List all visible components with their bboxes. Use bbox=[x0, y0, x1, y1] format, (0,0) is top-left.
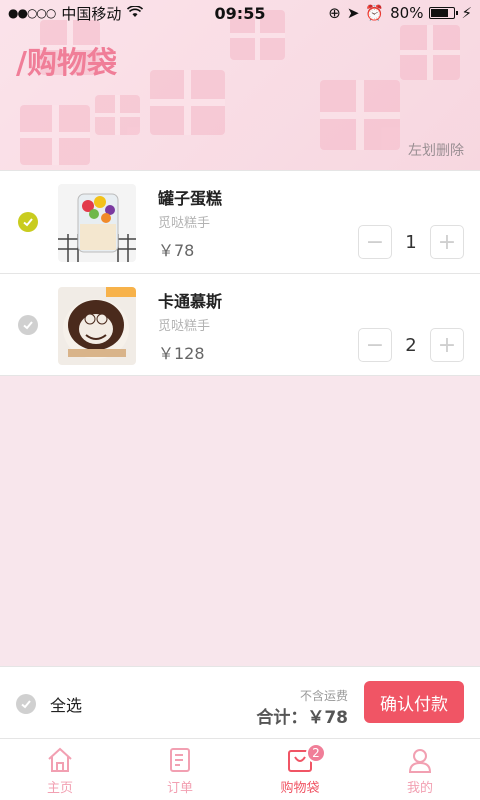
carrier-label: 中国移动 bbox=[61, 4, 122, 23]
signal-icon: ●●○○○ bbox=[8, 6, 56, 20]
quantity-value: 1 bbox=[405, 231, 417, 253]
checkmark-icon bbox=[21, 700, 31, 709]
product-price: ￥78 bbox=[158, 241, 195, 260]
product-name: 罐子蛋糕 bbox=[158, 189, 223, 208]
rotation-lock-icon: ⊕ bbox=[328, 4, 341, 22]
wifi-icon bbox=[127, 4, 144, 22]
cart-item[interactable]: 卡通慕斯 觅哒糕手 ￥128 − 2 + bbox=[0, 273, 480, 376]
decrease-button[interactable]: − bbox=[358, 225, 392, 259]
tab-bar: 主页 订单 2 购物袋 我的 bbox=[0, 738, 480, 800]
shipping-note: 不含运费 bbox=[299, 689, 348, 703]
select-all-checkbox[interactable] bbox=[16, 694, 36, 714]
tab-profile[interactable]: 我的 bbox=[360, 739, 480, 800]
tab-orders[interactable]: 订单 bbox=[120, 739, 240, 800]
cart-item[interactable]: 罐子蛋糕 觅哒糕手 ￥78 − 1 + bbox=[0, 170, 480, 273]
home-icon bbox=[48, 747, 72, 772]
checkmark-icon bbox=[23, 218, 33, 227]
select-all-toggle[interactable]: 全选 bbox=[16, 692, 82, 716]
order-icon bbox=[170, 748, 190, 772]
user-icon bbox=[408, 749, 432, 773]
confirm-payment-button[interactable]: 确认付款 bbox=[364, 681, 464, 723]
battery-percent: 80% bbox=[390, 4, 424, 22]
select-checkbox[interactable] bbox=[18, 212, 38, 232]
shop-name: 觅哒糕手 bbox=[158, 216, 211, 231]
select-all-label: 全选 bbox=[50, 696, 83, 715]
charging-icon: ⚡ bbox=[461, 4, 472, 22]
bag-count-badge: 2 bbox=[306, 743, 326, 763]
tab-bag[interactable]: 2 购物袋 bbox=[240, 739, 360, 800]
location-icon: ➤ bbox=[346, 4, 360, 22]
gift-decoration bbox=[320, 80, 400, 150]
product-price: ￥128 bbox=[158, 344, 205, 363]
quantity-stepper: − 1 + bbox=[358, 225, 464, 259]
increase-button[interactable]: + bbox=[430, 328, 464, 362]
select-checkbox[interactable] bbox=[18, 315, 38, 335]
cart-list: 罐子蛋糕 觅哒糕手 ￥78 − 1 + 卡通慕斯 觅哒糕手 ￥128 − 2 + bbox=[0, 170, 480, 376]
checkout-bar: 全选 不含运费 合计：￥78 确认付款 bbox=[0, 666, 480, 738]
total-amount: 合计：￥78 bbox=[256, 708, 348, 728]
product-name: 卡通慕斯 bbox=[158, 292, 223, 311]
tab-home[interactable]: 主页 bbox=[0, 739, 120, 800]
swipe-hint: 左划删除 bbox=[408, 143, 464, 159]
gift-decoration bbox=[20, 105, 90, 165]
alarm-icon: ⏰ bbox=[365, 4, 385, 22]
gift-decoration bbox=[150, 70, 225, 135]
product-image-cartoon-mousse[interactable] bbox=[58, 287, 136, 365]
tab-label: 购物袋 bbox=[280, 781, 320, 796]
battery-icon bbox=[429, 7, 459, 19]
tab-label: 订单 bbox=[166, 781, 193, 796]
quantity-stepper: − 2 + bbox=[358, 328, 464, 362]
shop-name: 觅哒糕手 bbox=[158, 319, 211, 334]
status-bar: ●●○○○ 中国移动 09:55 ⊕ ➤ ⏰ 80% ⚡ bbox=[0, 0, 480, 26]
gift-decoration bbox=[95, 95, 140, 135]
checkmark-icon bbox=[23, 321, 33, 330]
tab-label: 主页 bbox=[46, 781, 73, 796]
product-image-jar-cake[interactable] bbox=[58, 184, 136, 262]
gift-decoration bbox=[400, 25, 460, 80]
tab-label: 我的 bbox=[406, 781, 433, 796]
page-title: /购物袋 bbox=[16, 46, 117, 81]
increase-button[interactable]: + bbox=[430, 225, 464, 259]
decrease-button[interactable]: − bbox=[358, 328, 392, 362]
quantity-value: 2 bbox=[405, 334, 417, 356]
